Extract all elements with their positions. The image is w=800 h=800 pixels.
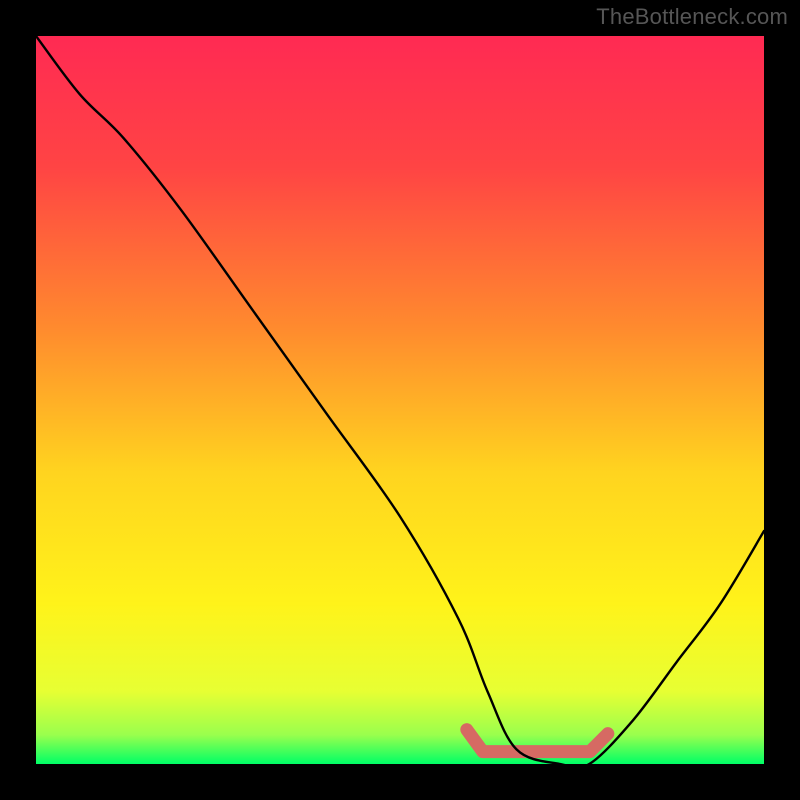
plot-area	[36, 36, 764, 764]
watermark-text: TheBottleneck.com	[596, 4, 788, 30]
chart-frame: TheBottleneck.com	[0, 0, 800, 800]
gradient-background	[36, 36, 764, 764]
chart-svg	[36, 36, 764, 764]
